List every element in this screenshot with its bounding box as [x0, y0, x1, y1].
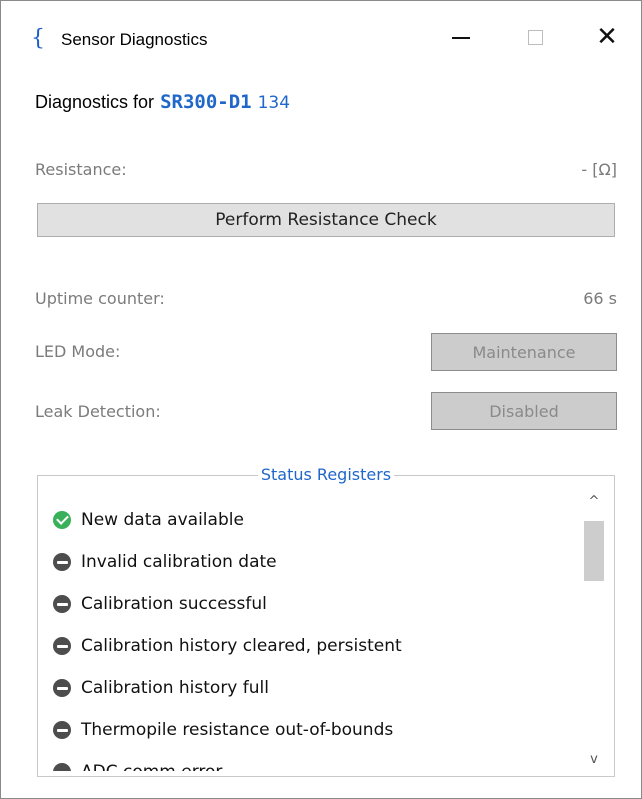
minus-circle-icon: [53, 721, 71, 739]
window-title: Sensor Diagnostics: [61, 30, 208, 49]
minimize-button[interactable]: [433, 15, 489, 59]
minus-circle-icon: [53, 763, 71, 771]
maximize-button[interactable]: [507, 15, 563, 59]
uptime-label: Uptime counter:: [35, 289, 165, 308]
list-item[interactable]: Calibration history full: [53, 674, 269, 702]
minus-circle-icon: [53, 637, 71, 655]
scroll-down-button[interactable]: v: [579, 747, 609, 771]
minimize-icon: [452, 37, 470, 39]
title-bar[interactable]: { Sensor Diagnostics ✕: [1, 1, 641, 71]
list-item-label: Thermopile resistance out-of-bounds: [81, 720, 394, 740]
leak-detection-label: Leak Detection:: [35, 402, 161, 421]
device-model: SR300-D1: [160, 91, 252, 113]
list-item[interactable]: New data available: [53, 506, 244, 534]
led-mode-label: LED Mode:: [35, 342, 121, 361]
list-item-label: New data available: [81, 510, 244, 530]
led-mode-button[interactable]: Maintenance: [431, 333, 617, 371]
list-item-label: Invalid calibration date: [81, 552, 277, 572]
minus-circle-icon: [53, 553, 71, 571]
list-item[interactable]: ADC comm error: [53, 758, 222, 771]
heading-prefix: Diagnostics for: [35, 92, 155, 112]
device-serial: 134: [257, 93, 291, 113]
resistance-value: - [Ω]: [581, 160, 617, 179]
list-item[interactable]: Invalid calibration date: [53, 548, 277, 576]
maximize-icon: [527, 29, 543, 45]
status-registers-list[interactable]: New data available Invalid calibration d…: [39, 489, 579, 771]
list-item-label: Calibration successful: [81, 594, 267, 614]
chevron-up-icon: ^: [588, 493, 600, 509]
list-item[interactable]: Calibration history cleared, persistent: [53, 632, 402, 660]
resistance-label: Resistance:: [35, 160, 127, 179]
check-circle-icon: [53, 511, 71, 529]
uptime-value: 66 s: [583, 289, 617, 308]
list-item-label: Calibration history cleared, persistent: [81, 636, 402, 656]
chevron-down-icon: v: [590, 751, 598, 767]
leak-detection-button[interactable]: Disabled: [431, 392, 617, 430]
perform-resistance-check-button[interactable]: Perform Resistance Check: [37, 203, 615, 237]
list-item[interactable]: Thermopile resistance out-of-bounds: [53, 716, 393, 744]
list-item-label: Calibration history full: [81, 678, 269, 698]
list-item-label: ADC comm error: [81, 762, 222, 771]
sensor-diagnostics-window: { Sensor Diagnostics ✕ Diagnostics for SR…: [0, 0, 642, 799]
close-icon: ✕: [596, 22, 618, 52]
close-button[interactable]: ✕: [579, 15, 635, 59]
app-icon: {: [31, 26, 45, 51]
minus-circle-icon: [53, 595, 71, 613]
list-item[interactable]: Calibration successful: [53, 590, 267, 618]
scrollbar-thumb[interactable]: [584, 521, 604, 581]
diagnostics-heading: Diagnostics for SR300-D1 134: [35, 90, 290, 115]
scroll-up-button[interactable]: ^: [579, 489, 609, 513]
list-scrollbar[interactable]: ^ v: [579, 489, 609, 771]
minus-circle-icon: [53, 679, 71, 697]
